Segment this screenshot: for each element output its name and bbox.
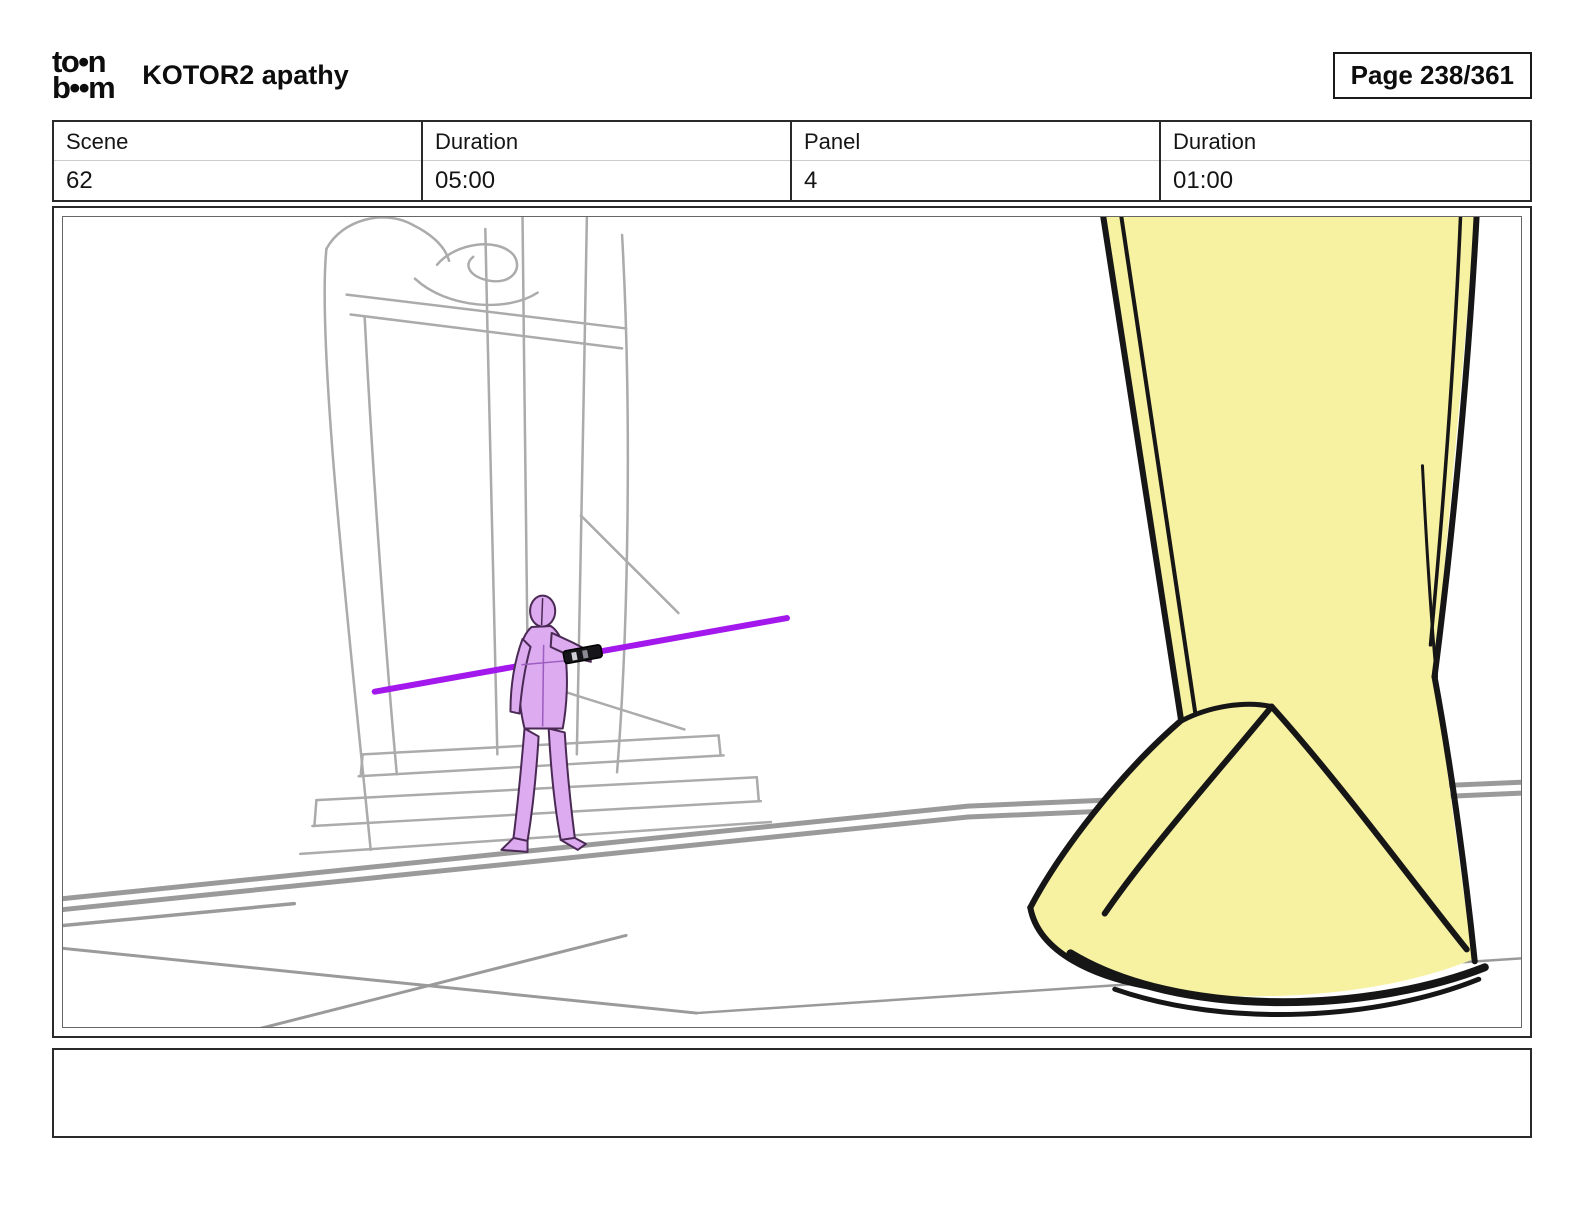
giant-boot [1030, 217, 1484, 1015]
panel-value: 4 [792, 161, 1159, 201]
scene-value: 62 [54, 161, 421, 201]
project-title: KOTOR2 apathy [142, 60, 349, 91]
panel-cell: Panel 4 [792, 122, 1161, 201]
page-header: to•nb••m KOTOR2 apathy Page 238/361 [52, 42, 1532, 108]
scene-cell: Scene 62 [54, 122, 423, 201]
panel-label: Panel [792, 122, 1159, 161]
storyboard-panel-frame [52, 206, 1532, 1038]
panel-duration-cell: Duration 01:00 [1161, 122, 1530, 201]
toonboom-logo: to•nb••m [52, 49, 114, 101]
scene-duration-value: 05:00 [423, 161, 790, 201]
panel-duration-value: 01:00 [1161, 161, 1530, 201]
scene-duration-cell: Duration 05:00 [423, 122, 792, 201]
storyboard-drawing [63, 217, 1521, 1027]
scene-duration-label: Duration [423, 122, 790, 161]
figure-right-leg [549, 728, 575, 839]
panel-info-table: Scene 62 Duration 05:00 Panel 4 Duration… [52, 120, 1532, 202]
page-number-badge: Page 238/361 [1333, 52, 1532, 99]
figure-face-line [542, 598, 543, 625]
storyboard-panel [62, 216, 1522, 1028]
storyboard-page: to•nb••m KOTOR2 apathy Page 238/361 Scen… [0, 0, 1584, 1224]
logo-line2: b••m [52, 70, 114, 105]
panel-duration-label: Duration [1161, 122, 1530, 161]
caption-box [52, 1048, 1532, 1138]
scene-label: Scene [54, 122, 421, 161]
boot-fill [1030, 217, 1474, 996]
